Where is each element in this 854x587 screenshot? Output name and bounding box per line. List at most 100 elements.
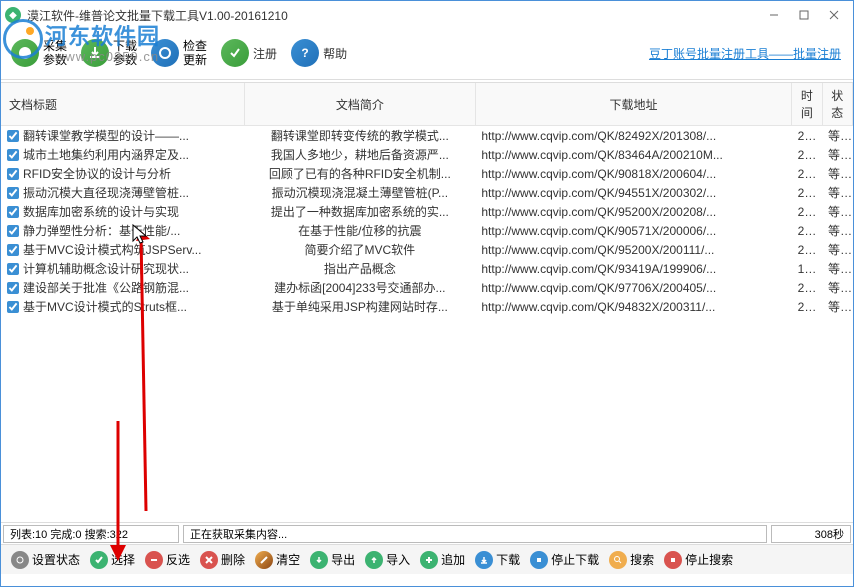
cell-status: 等待 [822, 297, 852, 316]
statusbar: 列表:10 完成:0 搜索:322 正在获取采集内容... 308秒 [1, 522, 853, 544]
table-row[interactable]: 建设部关于批准《公路钢筋混... 建办标函[2004]233号交通部办... h… [1, 278, 853, 297]
minimize-button[interactable] [759, 5, 789, 25]
row-checkbox[interactable] [7, 301, 19, 313]
app-icon: ◆ [5, 7, 21, 23]
delete-icon [200, 551, 218, 569]
status-progress: 正在获取采集内容... [183, 525, 767, 543]
download-button[interactable]: 下载 [471, 549, 524, 571]
cell-url: http://www.cqvip.com/QK/94551X/200302/..… [475, 183, 791, 202]
cell-time: 2003 [792, 183, 822, 202]
register-link[interactable]: 豆丁账号批量注册工具——批量注册 [649, 45, 841, 62]
column-url[interactable]: 下载地址 [475, 83, 791, 126]
invert-icon [145, 551, 163, 569]
table-row[interactable]: 数据库加密系统的设计与实现 提出了一种数据库加密系统的实... http://w… [1, 202, 853, 221]
collect-params-button[interactable]: 采集参数 [11, 39, 67, 67]
cell-summary: 我国人多地少，耕地后备资源严... [244, 145, 475, 164]
cell-status: 等待 [822, 145, 852, 164]
check-update-button[interactable]: 检查更新 [151, 39, 207, 67]
table-row[interactable]: 基于MVC设计模式构筑JSPServ... 简要介绍了MVC软件 http://… [1, 240, 853, 259]
help-icon: ? [291, 39, 319, 67]
cell-summary: 翻转课堂即转变传统的教学模式... [244, 126, 475, 146]
cell-time: 2006 [792, 164, 822, 183]
data-table: 文档标题 文档简介 下载地址 时间 状态 翻转课堂教学模型的设计——... 翻转… [1, 83, 853, 316]
cell-time: 2004 [792, 278, 822, 297]
import-button[interactable]: 导入 [361, 549, 414, 571]
cell-time: 2000 [792, 221, 822, 240]
column-time[interactable]: 时间 [792, 83, 822, 126]
column-summary[interactable]: 文档简介 [244, 83, 475, 126]
cell-url: http://www.cqvip.com/QK/95200X/200111/..… [475, 240, 791, 259]
export-icon [310, 551, 328, 569]
row-checkbox[interactable] [7, 187, 19, 199]
cell-time: 2002 [792, 202, 822, 221]
cell-url: http://www.cqvip.com/QK/94832X/200311/..… [475, 297, 791, 316]
cell-status: 等待 [822, 221, 852, 240]
cell-url: http://www.cqvip.com/QK/83464A/200210M..… [475, 145, 791, 164]
table-row[interactable]: 翻转课堂教学模型的设计——... 翻转课堂即转变传统的教学模式... http:… [1, 126, 853, 146]
cell-title: 城市土地集约利用内涵界定及... [23, 146, 189, 163]
cell-time: 1999 [792, 259, 822, 278]
plus-icon [420, 551, 438, 569]
close-button[interactable] [819, 5, 849, 25]
column-title[interactable]: 文档标题 [1, 83, 244, 126]
cell-summary: 指出产品概念 [244, 259, 475, 278]
row-checkbox[interactable] [7, 244, 19, 256]
cell-summary: 在基于性能/位移的抗震 [244, 221, 475, 240]
maximize-button[interactable] [789, 5, 819, 25]
help-button[interactable]: ? 帮助 [291, 39, 347, 67]
cell-url: http://www.cqvip.com/QK/97706X/200405/..… [475, 278, 791, 297]
cell-title: RFID安全协议的设计与分析 [23, 165, 171, 182]
invert-button[interactable]: 反选 [141, 549, 194, 571]
cell-summary: 回顾了已有的各种RFID安全机制... [244, 164, 475, 183]
status-counts: 列表:10 完成:0 搜索:322 [3, 525, 179, 543]
row-checkbox[interactable] [7, 225, 19, 237]
status-timer: 308秒 [771, 525, 851, 543]
cell-title: 翻转课堂教学模型的设计——... [23, 127, 189, 144]
cell-time: 2002 [792, 145, 822, 164]
export-button[interactable]: 导出 [306, 549, 359, 571]
row-checkbox[interactable] [7, 282, 19, 294]
collect-icon [11, 39, 39, 67]
download-icon [475, 551, 493, 569]
cell-status: 等待 [822, 202, 852, 221]
select-button[interactable]: 选择 [86, 549, 139, 571]
cell-url: http://www.cqvip.com/QK/82492X/201308/..… [475, 126, 791, 146]
row-checkbox[interactable] [7, 263, 19, 275]
cell-status: 等待 [822, 183, 852, 202]
search-icon [609, 551, 627, 569]
table-row[interactable]: 基于MVC设计模式的Struts框... 基于单纯采用JSP构建网站时存... … [1, 297, 853, 316]
clear-button[interactable]: 清空 [251, 549, 304, 571]
check-icon [90, 551, 108, 569]
row-checkbox[interactable] [7, 149, 19, 161]
cell-url: http://www.cqvip.com/QK/93419A/199906/..… [475, 259, 791, 278]
stop-icon [664, 551, 682, 569]
download-params-button[interactable]: 下载参数 [81, 39, 137, 67]
import-icon [365, 551, 383, 569]
setstatus-button[interactable]: 设置状态 [7, 549, 84, 571]
register-button[interactable]: 注册 [221, 39, 277, 67]
window-controls [759, 5, 849, 25]
row-checkbox[interactable] [7, 130, 19, 142]
search-button[interactable]: 搜索 [605, 549, 658, 571]
cell-url: http://www.cqvip.com/QK/90571X/200006/..… [475, 221, 791, 240]
cell-title: 计算机辅助概念设计研究现状... [23, 260, 189, 277]
data-table-container[interactable]: 文档标题 文档简介 下载地址 时间 状态 翻转课堂教学模型的设计——... 翻转… [1, 82, 853, 522]
table-row[interactable]: RFID安全协议的设计与分析 回顾了已有的各种RFID安全机制... http:… [1, 164, 853, 183]
row-checkbox[interactable] [7, 168, 19, 180]
delete-button[interactable]: 删除 [196, 549, 249, 571]
table-row[interactable]: 城市土地集约利用内涵界定及... 我国人多地少，耕地后备资源严... http:… [1, 145, 853, 164]
cell-status: 等待 [822, 126, 852, 146]
table-row[interactable]: 振动沉模大直径现浇薄壁管桩... 振动沉模现浇混凝土薄壁管桩(P... http… [1, 183, 853, 202]
cell-summary: 提出了一种数据库加密系统的实... [244, 202, 475, 221]
table-row[interactable]: 计算机辅助概念设计研究现状... 指出产品概念 http://www.cqvip… [1, 259, 853, 278]
cell-title: 数据库加密系统的设计与实现 [23, 203, 179, 220]
cell-time: 2013 [792, 126, 822, 146]
table-row[interactable]: 静力弹塑性分析：基于性能/... 在基于性能/位移的抗震 http://www.… [1, 221, 853, 240]
svg-text:?: ? [301, 46, 308, 60]
row-checkbox[interactable] [7, 206, 19, 218]
append-button[interactable]: 追加 [416, 549, 469, 571]
stopdownload-button[interactable]: 停止下载 [526, 549, 603, 571]
stopsearch-button[interactable]: 停止搜索 [660, 549, 737, 571]
cell-status: 等待 [822, 259, 852, 278]
column-status[interactable]: 状态 [822, 83, 852, 126]
